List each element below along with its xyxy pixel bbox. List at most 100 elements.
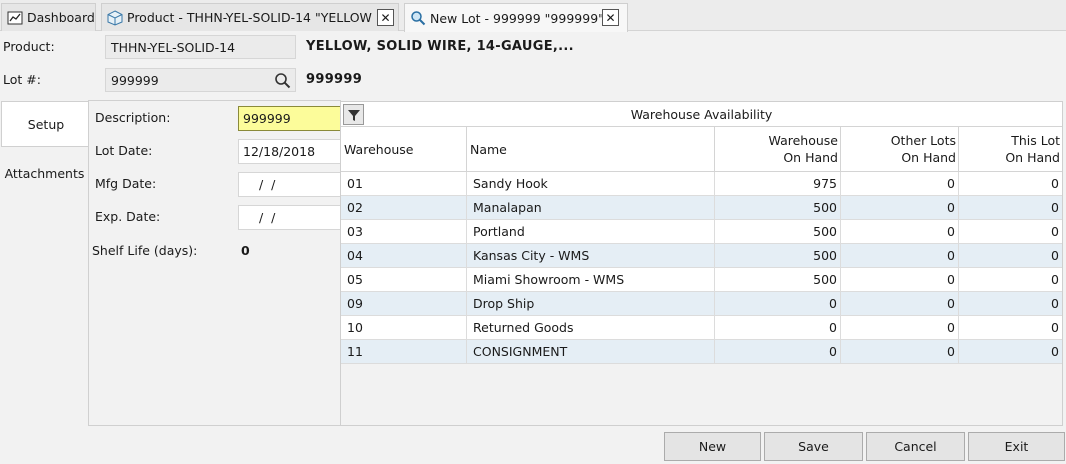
cell-other-lots: 0	[841, 268, 959, 291]
box-icon	[107, 9, 123, 26]
filter-icon	[347, 109, 360, 121]
col-header-warehouse-on-hand-line2: On Hand	[783, 150, 838, 165]
filter-button[interactable]	[343, 104, 364, 125]
cell-other-lots: 0	[841, 244, 959, 267]
lot-search-icon	[411, 11, 426, 26]
cell-this-lot: 0	[1051, 224, 1059, 239]
grid-title: Warehouse Availability	[341, 102, 1062, 127]
tab-dashboard-label: Dashboard	[27, 10, 95, 25]
table-row[interactable]: 04 Kansas City - WMS 500 0 0	[341, 244, 1062, 268]
cell-name: Sandy Hook	[467, 172, 715, 195]
cancel-button[interactable]: Cancel	[866, 432, 965, 461]
lot-number-label: Lot #:	[3, 72, 41, 87]
mfg-date-value: / /	[251, 177, 276, 192]
cell-this-lot: 0	[1051, 176, 1059, 191]
cell-name: Portland	[467, 220, 715, 243]
cell-other-lots: 0	[841, 316, 959, 339]
col-header-warehouse-on-hand-line1: Warehouse	[768, 133, 838, 148]
search-icon[interactable]	[274, 72, 291, 89]
col-header-warehouse-on-hand[interactable]: Warehouse On Hand	[715, 127, 841, 172]
col-header-warehouse[interactable]: Warehouse	[341, 127, 467, 172]
mfg-date-field[interactable]: / /	[238, 172, 342, 197]
cell-name: Manalapan	[467, 196, 715, 219]
cell-wh-on-hand: 0	[715, 316, 841, 339]
cell-wh-on-hand: 0	[715, 292, 841, 315]
side-tab-attachments[interactable]: Attachments	[0, 150, 89, 196]
cell-this-lot: 0	[1051, 344, 1059, 359]
cell-warehouse: 05	[341, 268, 467, 291]
cell-other-lots: 0	[841, 220, 959, 243]
shelf-life-value: 0	[241, 243, 250, 258]
cell-name: Drop Ship	[467, 292, 715, 315]
shelf-life-label: Shelf Life (days):	[92, 243, 198, 258]
new-button[interactable]: New	[664, 432, 761, 461]
lot-description: 999999	[306, 72, 363, 87]
cell-this-lot: 0	[1051, 296, 1059, 311]
col-header-other-lots-line2: On Hand	[901, 150, 956, 165]
side-tab-setup[interactable]: Setup	[1, 101, 90, 147]
cell-name: Kansas City - WMS	[467, 244, 715, 267]
product-label: Product:	[3, 39, 55, 54]
save-button[interactable]: Save	[764, 432, 863, 461]
product-value: THHN-YEL-SOLID-14	[111, 39, 236, 55]
cell-warehouse: 03	[341, 220, 467, 243]
cell-wh-on-hand: 500	[715, 268, 841, 291]
table-row[interactable]: 05 Miami Showroom - WMS 500 0 0	[341, 268, 1062, 292]
close-icon: ✕	[380, 10, 391, 25]
cell-this-lot: 0	[1051, 320, 1059, 335]
save-button-label: Save	[798, 439, 829, 454]
side-tab-attachments-label: Attachments	[4, 165, 85, 181]
description-value: 999999	[243, 111, 291, 126]
tab-dashboard[interactable]: Dashboard	[1, 3, 96, 31]
cancel-button-label: Cancel	[894, 439, 937, 454]
cell-warehouse: 09	[341, 292, 467, 315]
col-header-other-lots-on-hand[interactable]: Other Lots On Hand	[841, 127, 959, 172]
lot-date-value: 12/18/2018	[243, 144, 316, 159]
exit-button[interactable]: Exit	[968, 432, 1065, 461]
exp-date-label: Exp. Date:	[95, 209, 161, 224]
cell-other-lots: 0	[841, 340, 959, 363]
cell-warehouse: 01	[341, 172, 467, 195]
description-field[interactable]: 999999	[238, 106, 342, 131]
cell-wh-on-hand: 500	[715, 220, 841, 243]
col-header-this-lot-on-hand[interactable]: This Lot On Hand	[959, 127, 1062, 172]
grid-title-text: Warehouse Availability	[630, 106, 773, 122]
lot-date-field[interactable]: 12/18/2018	[238, 139, 342, 164]
exp-date-value: / /	[251, 210, 276, 225]
tab-strip: Dashboard Product - THHN-YEL-SOLID-14 "Y…	[0, 0, 1066, 32]
cell-wh-on-hand: 975	[715, 172, 841, 195]
cell-warehouse: 10	[341, 316, 467, 339]
col-header-other-lots-line1: Other Lots	[890, 133, 956, 148]
col-header-warehouse-label: Warehouse	[344, 141, 414, 157]
table-row[interactable]: 02 Manalapan 500 0 0	[341, 196, 1062, 220]
cell-other-lots: 0	[841, 292, 959, 315]
description-label: Description:	[95, 110, 171, 125]
table-row[interactable]: 03 Portland 500 0 0	[341, 220, 1062, 244]
table-row[interactable]: 01 Sandy Hook 975 0 0	[341, 172, 1062, 196]
table-row[interactable]: 09 Drop Ship 0 0 0	[341, 292, 1062, 316]
cell-name: Miami Showroom - WMS	[467, 268, 715, 291]
cell-this-lot: 0	[1051, 272, 1059, 287]
cell-name: Returned Goods	[467, 316, 715, 339]
cell-warehouse: 02	[341, 196, 467, 219]
col-header-name-label: Name	[470, 141, 507, 157]
col-header-name[interactable]: Name	[467, 127, 715, 172]
close-tab-new-lot-button[interactable]: ✕	[602, 9, 619, 26]
lot-number-field[interactable]: 999999	[105, 68, 296, 92]
side-tab-setup-label: Setup	[27, 116, 65, 132]
new-button-label: New	[698, 439, 727, 454]
table-row[interactable]: 11 CONSIGNMENT 0 0 0	[341, 340, 1062, 364]
col-header-this-lot-line1: This Lot	[1011, 133, 1060, 148]
tab-new-lot-label: New Lot - 999999 "999999"	[430, 10, 604, 26]
table-row[interactable]: 10 Returned Goods 0 0 0	[341, 316, 1062, 340]
lot-date-label: Lot Date:	[95, 143, 153, 158]
lot-number-value: 999999	[111, 72, 159, 88]
close-icon: ✕	[605, 10, 616, 25]
product-field[interactable]: THHN-YEL-SOLID-14	[105, 35, 296, 59]
close-tab-product-button[interactable]: ✕	[377, 9, 394, 26]
exit-button-label: Exit	[1004, 439, 1029, 454]
tab-new-lot[interactable]: New Lot - 999999 "999999" ✕	[404, 3, 628, 32]
tab-product[interactable]: Product - THHN-YEL-SOLID-14 "YELLOW ✕	[101, 3, 399, 31]
col-header-this-lot-line2: On Hand	[1005, 150, 1060, 165]
exp-date-field[interactable]: / /	[238, 205, 342, 230]
